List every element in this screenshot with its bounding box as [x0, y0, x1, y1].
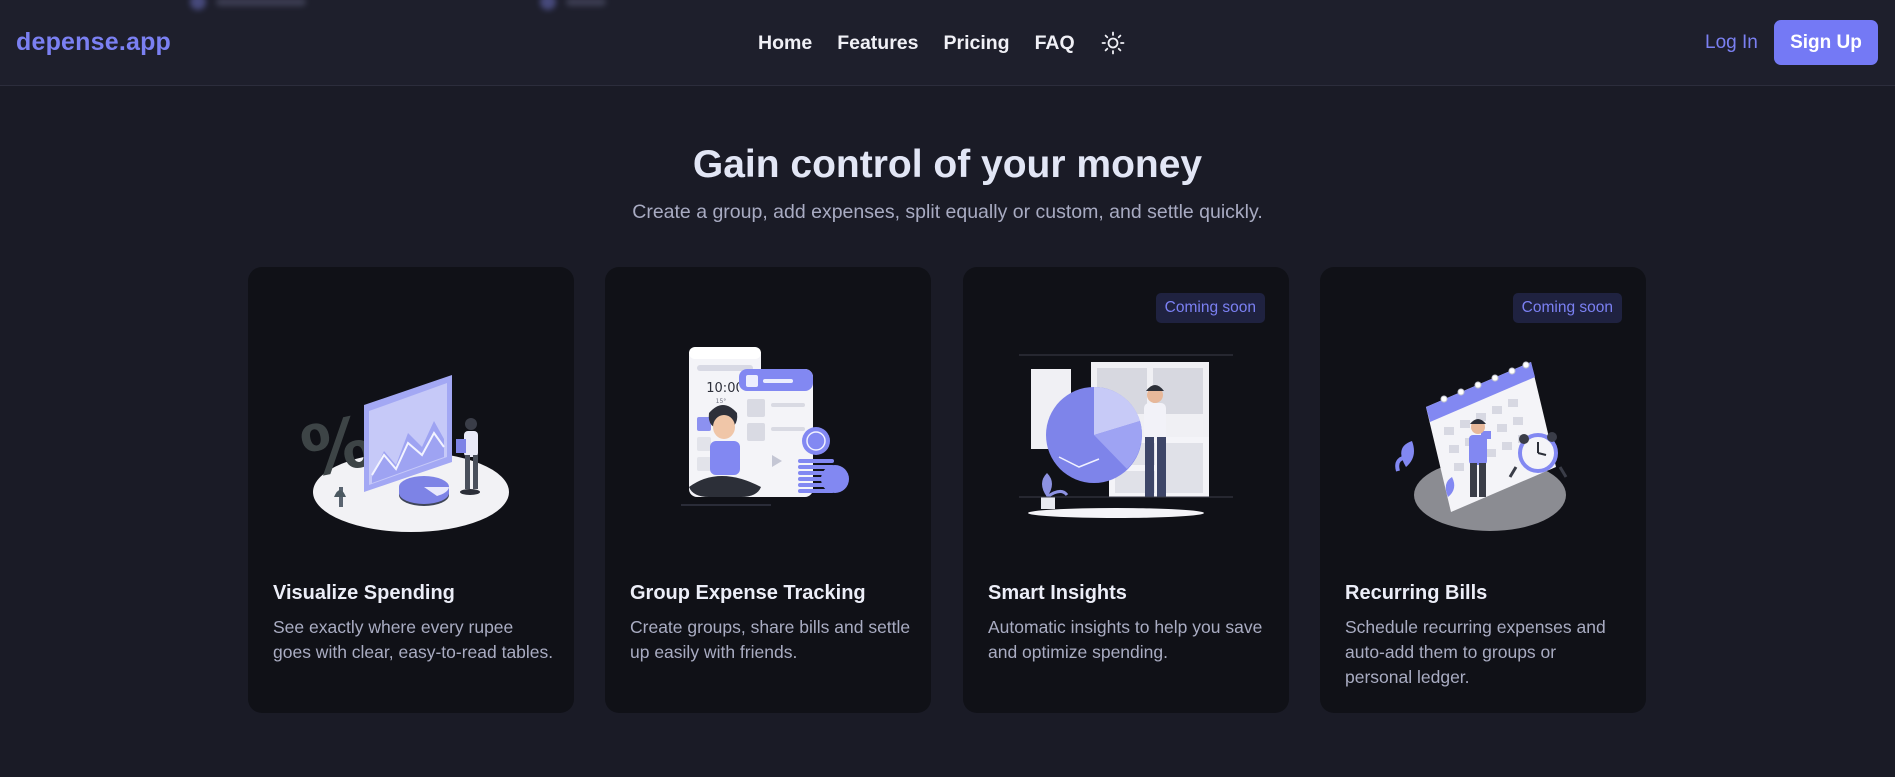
smart-insights-illustration [1019, 354, 1233, 518]
nav-link-features[interactable]: Features [837, 32, 918, 55]
top-navbar: depense.app Home Features Pricing FAQ Lo… [0, 0, 1895, 86]
signup-button[interactable]: Sign Up [1774, 20, 1878, 65]
feature-description: Automatic insights to help you save and … [988, 617, 1263, 662]
blurred-background-item [540, 0, 606, 10]
nav-link-pricing[interactable]: Pricing [943, 32, 1009, 55]
feature-description: Schedule recurring expenses and auto-add… [1345, 617, 1606, 687]
feature-description: See exactly where every rupee goes with … [273, 617, 554, 662]
coming-soon-badge: Coming soon [1512, 293, 1622, 323]
blurred-dot [190, 0, 206, 10]
blurred-background-item [190, 0, 306, 10]
hero-title: Gain control of your money [692, 143, 1203, 186]
sun-icon[interactable] [1100, 30, 1126, 56]
feature-title: Recurring Bills [1345, 582, 1488, 604]
feature-card-group-expense-tracking: 10:00 15° Group Expense Tracking Create … [605, 267, 931, 713]
phone-time: 10:00 [706, 381, 743, 396]
blurred-bar [566, 0, 606, 6]
phone-temp: 15° [716, 398, 727, 405]
feature-card-smart-insights: Coming soon Smart Insights Automatic ins… [963, 267, 1289, 713]
main-nav: Home Features Pricing FAQ [758, 30, 1126, 56]
group-expense-illustration: 10:00 15° [681, 347, 849, 506]
visualize-spending-illustration: % [294, 375, 509, 532]
feature-title: Smart Insights [988, 582, 1127, 604]
feature-title: Visualize Spending [273, 582, 455, 604]
coming-soon-badge: Coming soon [1155, 293, 1265, 323]
hero-subtitle: Create a group, add expenses, split equa… [632, 201, 1263, 223]
brand-logo-link[interactable]: depense.app [16, 28, 171, 57]
recurring-bills-illustration [1395, 361, 1568, 531]
blurred-dot [540, 0, 556, 10]
feature-title: Group Expense Tracking [630, 582, 866, 604]
feature-description: Create groups, share bills and settle up… [630, 617, 911, 662]
feature-card-recurring-bills: Coming soon Recurring Bills Schedule rec… [1320, 267, 1646, 713]
feature-card-visualize-spending: % Visualize Spending See exactly where e… [248, 267, 574, 713]
blurred-bar [216, 0, 306, 6]
nav-link-home[interactable]: Home [758, 32, 812, 55]
nav-link-faq[interactable]: FAQ [1035, 32, 1075, 55]
login-link[interactable]: Log In [1705, 32, 1758, 54]
